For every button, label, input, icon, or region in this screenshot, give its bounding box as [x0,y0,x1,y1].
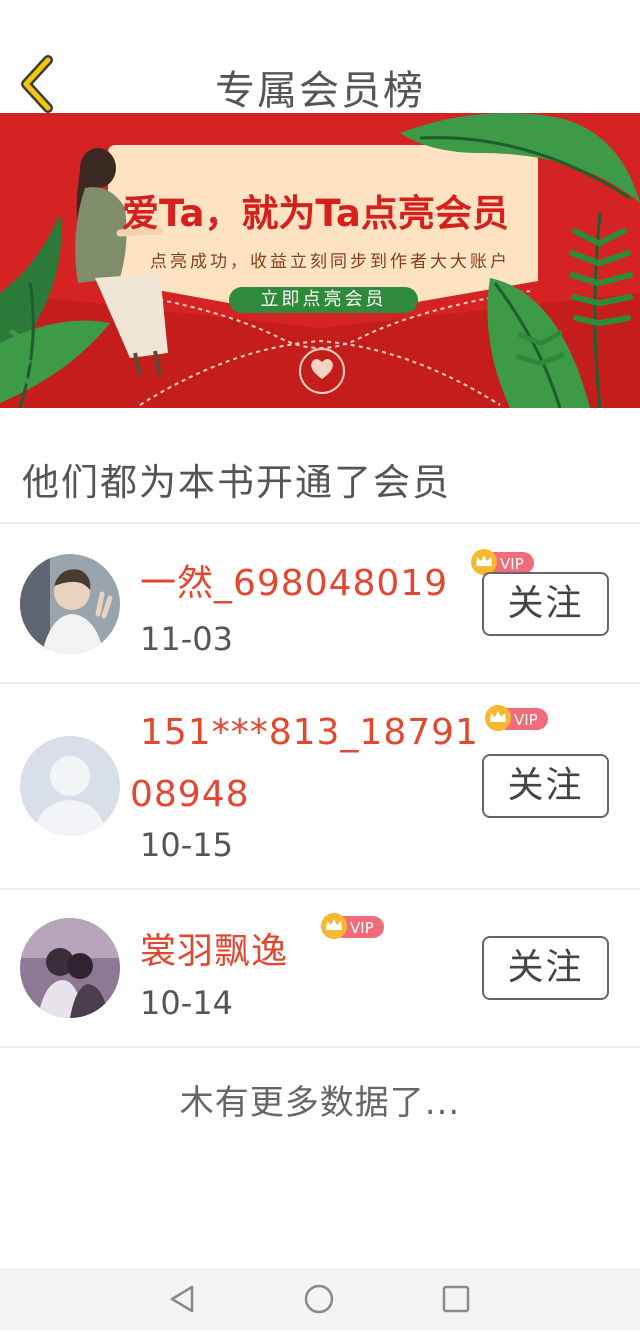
nav-home-button[interactable] [303,1283,335,1315]
user-photo-icon [20,554,120,654]
page-title: 专属会员榜 [215,68,425,114]
section-title: 他们都为本书开通了会员 [22,461,451,504]
user-photo-icon [20,918,120,1018]
system-nav-bar [0,1268,640,1330]
banner-subline: 点亮成功，收益立刻同步到作者大大账户 [150,252,510,272]
banner-cta-button[interactable]: 立即点亮会员 [229,287,418,313]
nav-back-button[interactable] [166,1283,198,1315]
member-date: 10-15 [140,826,233,864]
back-triangle-icon [170,1285,194,1313]
member-name[interactable]: 151***813_1879108948 [130,702,490,826]
member-row: 一然_698048019 VIP 11-03 关注 [0,524,640,682]
avatar[interactable] [20,736,120,836]
default-avatar-icon [20,736,120,836]
vip-badge: VIP [321,913,384,939]
follow-button[interactable]: 关注 [482,936,609,1000]
recents-square-icon [442,1285,470,1313]
no-more-data-text: 木有更多数据了... [179,1083,461,1123]
follow-button[interactable]: 关注 [482,754,609,818]
divider [0,1046,640,1048]
vip-promo-banner[interactable]: 爱Ta，就为Ta点亮会员 点亮成功，收益立刻同步到作者大大账户 立即点亮会员 [0,113,640,408]
banner-headline: 爱Ta，就为Ta点亮会员 [122,192,509,235]
member-date: 11-03 [140,620,233,658]
member-name[interactable]: 一然_698048019 [140,554,448,606]
vip-badge-text: VIP [514,711,538,729]
app-header: 专属会员榜 [0,0,640,114]
home-circle-icon [304,1284,334,1314]
member-row: 裳羽飘逸 VIP 10-14 关注 [0,890,640,1046]
vip-badge-text: VIP [350,919,374,937]
avatar[interactable] [20,554,120,654]
avatar[interactable] [20,918,120,1018]
member-name[interactable]: 裳羽飘逸 [140,922,288,974]
member-date: 10-14 [140,984,233,1022]
vip-badge-text: VIP [500,555,524,573]
follow-button[interactable]: 关注 [482,572,609,636]
vip-badge: VIP [485,705,548,731]
nav-recents-button[interactable] [440,1283,472,1315]
member-row: 151***813_1879108948 VIP 10-15 关注 [0,684,640,888]
